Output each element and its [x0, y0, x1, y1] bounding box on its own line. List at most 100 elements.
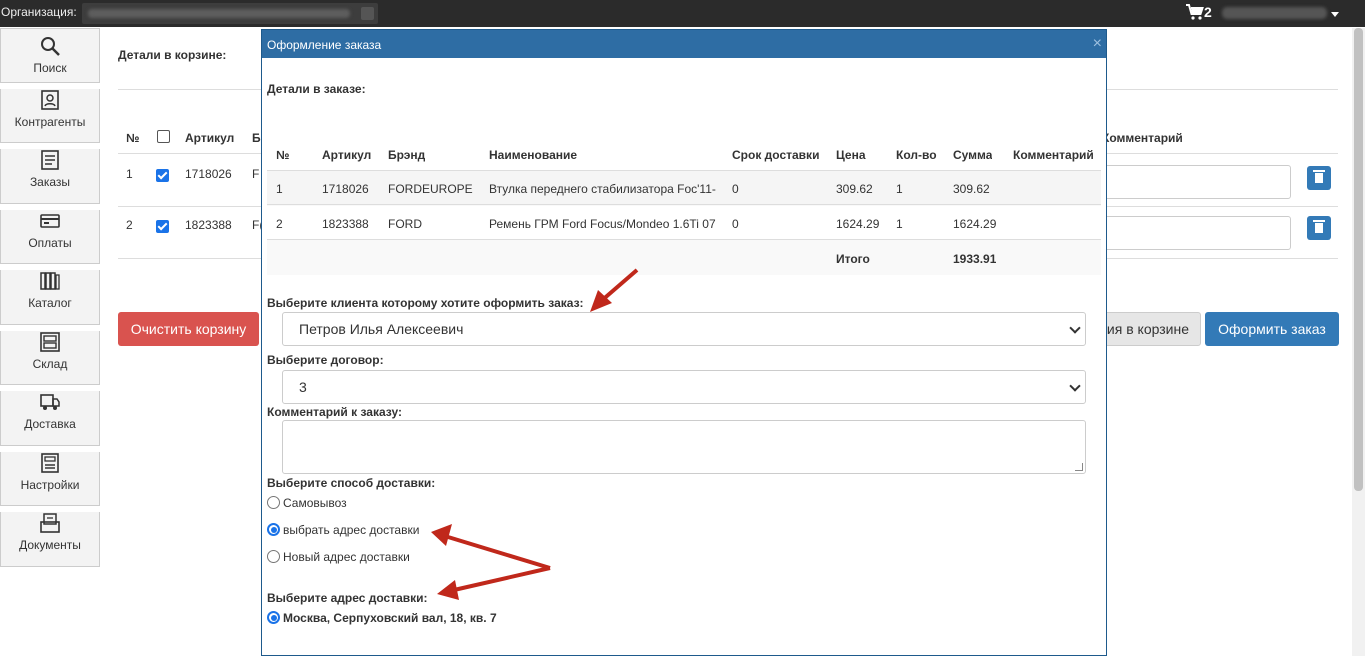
row-delivery: 0: [732, 217, 739, 231]
user-menu-redacted[interactable]: [1222, 7, 1327, 19]
organization-dropdown-toggle[interactable]: [361, 7, 374, 20]
sidebar-item-settings[interactable]: Настройки: [0, 451, 100, 506]
select-all-checkbox[interactable]: [157, 130, 170, 143]
modal-title: Оформление заказа: [267, 38, 382, 52]
delivery-option-label: Самовывоз: [283, 496, 347, 510]
delivery-option-select-address[interactable]: выбрать адрес доставки: [267, 523, 419, 537]
organization-label: Организация:: [1, 5, 77, 19]
cart-row-comment-input[interactable]: [1100, 165, 1291, 199]
sidebar-item-catalog[interactable]: Каталог: [0, 270, 100, 325]
total-value: 1933.91: [953, 252, 997, 266]
row-delivery: 0: [732, 182, 739, 196]
order-details-label: Детали в заказе:: [267, 82, 366, 96]
cart-count: 2: [1204, 4, 1212, 20]
contract-label: Выберите договор:: [267, 353, 384, 367]
address-option[interactable]: Москва, Серпуховский вал, 18, кв. 7: [267, 611, 497, 625]
cart-actions-button[interactable]: ия в корзине: [1100, 312, 1201, 346]
sidebar-item-label: Заказы: [29, 175, 71, 189]
sidebar-item-delivery[interactable]: Доставка: [0, 391, 100, 446]
total-label: Итого: [836, 252, 870, 266]
row-qty: 1: [896, 217, 903, 231]
col-name: Наименование: [489, 148, 578, 162]
row-qty: 1: [896, 182, 903, 196]
sidebar-item-search[interactable]: Поиск: [0, 28, 100, 83]
sidebar-item-label: Склад: [32, 356, 68, 371]
sidebar-item-label: Документы: [19, 538, 81, 552]
delivery-option-pickup[interactable]: Самовывоз: [267, 496, 347, 510]
row-brand: FORDEUROPE: [388, 182, 473, 196]
close-icon[interactable]: ×: [1093, 36, 1102, 52]
catalog-icon: [40, 272, 60, 290]
place-order-button[interactable]: Оформить заказ: [1205, 312, 1339, 346]
table-total-row: Итого 1933.91: [267, 241, 1101, 275]
row-name: Ремень ГРМ Ford Focus/Mondeo 1.6Ti 07: [489, 217, 716, 231]
col-price: Цена: [836, 148, 866, 162]
cart-icon: [1186, 4, 1204, 20]
table-row: 2 1823388 FORD Ремень ГРМ Ford Focus/Mon…: [267, 206, 1101, 240]
contract-value: 3: [299, 379, 307, 395]
row-price: 309.62: [836, 182, 873, 196]
trash-icon[interactable]: [1307, 216, 1331, 240]
col-brand: Брэнд: [388, 148, 426, 162]
sidebar-item-label: Контрагенты: [14, 114, 86, 129]
user-menu-caret-icon[interactable]: [1331, 12, 1339, 17]
scrollbar-thumb[interactable]: [1354, 28, 1363, 491]
cart-button[interactable]: 2: [1186, 4, 1212, 20]
sidebar: Поиск Контрагенты Заказы Оплаты Каталог …: [0, 28, 100, 567]
client-select[interactable]: Петров Илья Алексеевич: [282, 312, 1086, 346]
row-num: 1: [276, 182, 283, 196]
delivery-method-label: Выберите способ доставки:: [267, 476, 436, 490]
row-brand: FORD: [388, 217, 422, 231]
top-bar: Организация: 2: [0, 0, 1365, 27]
payments-icon: [40, 213, 60, 228]
organization-value-redacted: [88, 9, 350, 18]
delivery-icon: [40, 394, 60, 410]
chevron-down-icon: [1069, 380, 1081, 392]
orders-icon: [41, 150, 59, 170]
sidebar-item-label: Поиск: [33, 61, 67, 75]
documents-icon: [40, 513, 60, 533]
cart-row-checkbox[interactable]: [156, 220, 169, 233]
cart-row-checkbox[interactable]: [156, 169, 169, 182]
trash-icon[interactable]: [1307, 166, 1331, 190]
order-comment-field[interactable]: [282, 420, 1086, 474]
settings-icon: [41, 452, 59, 473]
delivery-option-new-address[interactable]: Новый адрес доставки: [267, 550, 410, 564]
cart-row-num: 2: [126, 218, 133, 232]
sidebar-item-payments[interactable]: Оплаты: [0, 209, 100, 264]
cart-row-comment-input[interactable]: [1100, 216, 1291, 250]
col-num: №: [276, 148, 290, 162]
chevron-down-icon: [1069, 322, 1081, 334]
cart-col-num: №: [126, 131, 140, 145]
page-scrollbar[interactable]: [1352, 28, 1365, 656]
sidebar-item-contacts[interactable]: Контрагенты: [0, 88, 100, 143]
sidebar-item-warehouse[interactable]: Склад: [0, 330, 100, 385]
client-value: Петров Илья Алексеевич: [299, 321, 464, 337]
row-sum: 1624.29: [953, 217, 997, 231]
sidebar-item-orders[interactable]: Заказы: [0, 149, 100, 204]
radio-button[interactable]: [267, 611, 280, 624]
organization-select[interactable]: [82, 3, 378, 24]
comment-label: Комментарий к заказу:: [267, 405, 402, 419]
search-icon: [41, 37, 60, 56]
radio-button[interactable]: [267, 550, 280, 563]
radio-button[interactable]: [267, 496, 280, 509]
client-label: Выберите клиента которому хотите оформит…: [267, 296, 584, 310]
cart-row-num: 1: [126, 167, 133, 181]
resize-handle-icon[interactable]: [1075, 463, 1083, 471]
address-label: Выберите адрес доставки:: [267, 591, 428, 605]
sidebar-item-label: Оплаты: [28, 235, 72, 250]
cart-col-comment: Комментарий: [1102, 131, 1183, 145]
delivery-option-label: Новый адрес доставки: [283, 550, 410, 564]
sidebar-item-documents[interactable]: Документы: [0, 512, 100, 567]
contract-select[interactable]: 3: [282, 370, 1086, 404]
sidebar-item-label: Каталог: [28, 296, 72, 310]
radio-button[interactable]: [267, 523, 280, 536]
col-sum: Сумма: [953, 148, 993, 162]
clear-cart-button[interactable]: Очистить корзину: [118, 312, 259, 346]
row-sum: 309.62: [953, 182, 990, 196]
address-value: Москва, Серпуховский вал, 18, кв. 7: [283, 611, 497, 625]
cart-col-brand: Б: [252, 131, 261, 145]
table-header-row: № Артикул Брэнд Наименование Срок достав…: [267, 137, 1101, 171]
row-price: 1624.29: [836, 217, 880, 231]
